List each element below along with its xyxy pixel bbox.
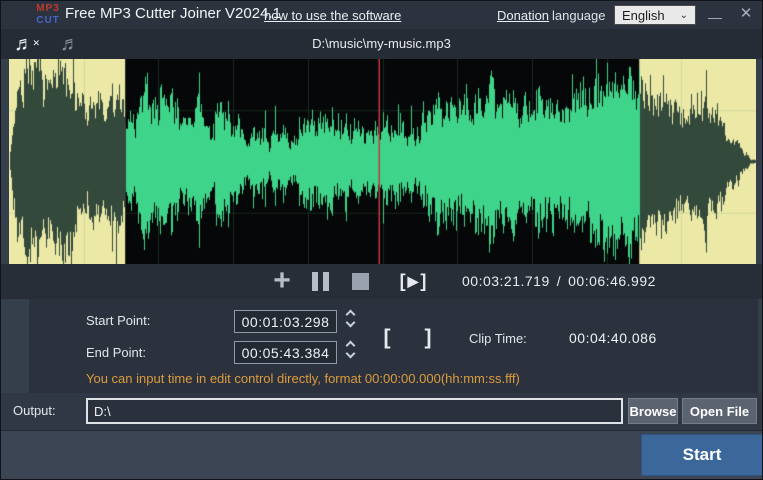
stop-button[interactable] [352, 273, 369, 290]
language-select[interactable]: English ⌄ [614, 5, 696, 25]
open-file-button[interactable]: Open File [682, 398, 757, 424]
output-row: Output: Browse Open File [1, 393, 762, 430]
help-link[interactable]: how to use the software [264, 8, 401, 23]
time-display: 00:03:21.719 / 00:06:46.992 [462, 273, 656, 289]
end-point-label: End Point: [86, 345, 146, 360]
pause-bar-icon [312, 272, 318, 291]
set-end-bracket-button[interactable]: ] [418, 323, 438, 353]
output-path-input[interactable] [86, 398, 623, 424]
input-format-hint: You can input time in edit control direc… [86, 371, 520, 386]
tab-cutter[interactable]: ♬ ✕ [10, 31, 38, 57]
total-time: 00:06:46.992 [568, 273, 656, 289]
toolbar: D:\music\my-music.mp3 ♬ ✕ ♬ [1, 29, 762, 59]
logo-text-bottom: CUT [34, 15, 62, 27]
loaded-file-path: D:\music\my-music.mp3 [1, 29, 762, 59]
donation-link[interactable]: Donation [497, 8, 549, 23]
title-bar: MP3 CUT Free MP3 Cutter Joiner V2024.1 h… [1, 1, 762, 29]
bracket-left-icon: [ [400, 271, 406, 292]
tab-joiner[interactable]: ♬ [56, 31, 84, 57]
bottom-bar: Start [1, 430, 762, 480]
play-button[interactable]: + [267, 264, 297, 299]
end-point-input[interactable] [234, 341, 337, 364]
logo-text-top: MP3 [34, 3, 62, 15]
joiner-note-icon: ♬ [60, 33, 80, 55]
current-time: 00:03:21.719 [462, 273, 550, 289]
start-point-input[interactable] [234, 310, 337, 333]
start-button[interactable]: Start [641, 434, 763, 476]
pause-bar-icon [323, 272, 329, 291]
clip-time-value: 00:04:40.086 [569, 330, 657, 346]
play-icon: ▶ [408, 273, 419, 290]
app-logo-icon: MP3 CUT [34, 3, 62, 27]
end-spin-down-icon[interactable] [343, 351, 357, 361]
pause-button[interactable] [309, 272, 331, 291]
browse-button[interactable]: Browse [628, 398, 678, 424]
time-separator: / [557, 273, 561, 289]
close-button[interactable]: ✕ [734, 4, 758, 24]
start-point-label: Start Point: [86, 313, 150, 328]
cutter-x-icon: ✕ [32, 30, 40, 56]
minimize-button[interactable]: — [703, 4, 727, 24]
app-window: MP3 CUT Free MP3 Cutter Joiner V2024.1 h… [0, 0, 763, 480]
waveform-display[interactable] [9, 59, 756, 264]
cutter-note-icon: ♬ [14, 33, 34, 55]
transport-bar: + [ ▶ ] 00:03:21.719 / 00:06:46.992 [1, 264, 762, 299]
bracket-right-icon: ] [420, 271, 426, 292]
app-title: Free MP3 Cutter Joiner V2024.1 [65, 5, 281, 22]
language-label: language [552, 8, 606, 23]
play-selection-button[interactable]: [ ▶ ] [391, 269, 435, 294]
output-label: Output: [13, 403, 56, 418]
clip-time-label: Clip Time: [469, 331, 527, 346]
set-start-bracket-button[interactable]: [ [377, 323, 397, 353]
edit-panel: Start Point: End Point: [ ] Clip Time: 0… [29, 299, 758, 393]
chevron-down-icon: ⌄ [680, 10, 688, 21]
start-spin-down-icon[interactable] [343, 320, 357, 330]
language-selected-value: English [622, 8, 665, 23]
